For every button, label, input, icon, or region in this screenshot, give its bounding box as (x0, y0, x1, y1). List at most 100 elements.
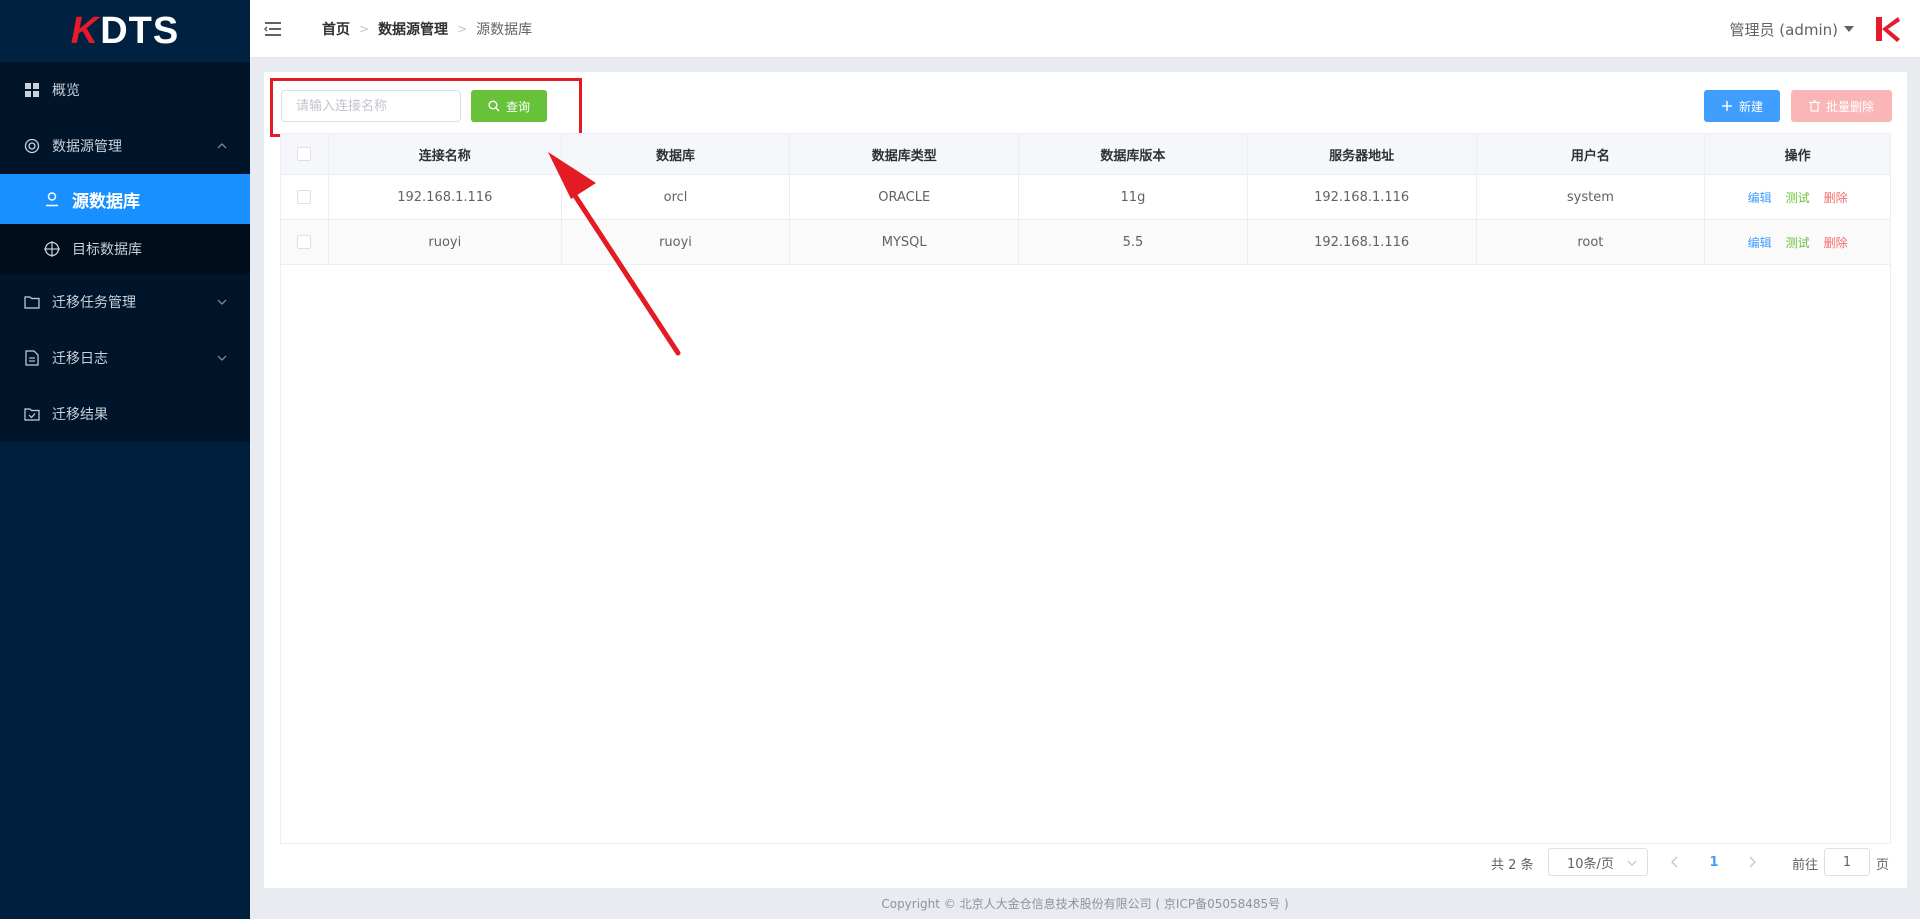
sidebar-item-label: 源数据库 (72, 191, 140, 212)
next-page-button[interactable] (1742, 852, 1762, 872)
column-header: 数据库 (562, 134, 791, 174)
sidebar-item-migration-logs[interactable]: 迁移日志 (0, 330, 250, 386)
edit-link[interactable]: 编辑 (1748, 234, 1772, 251)
row-checkbox[interactable] (297, 190, 312, 204)
page-suffix: 页 (1876, 858, 1890, 873)
datasource-submenu: 源数据库 目标数据库 (0, 174, 250, 274)
pagination: 共 2 条 10条/页 1 前往 页 (264, 846, 1907, 878)
chevron-down-icon (1627, 860, 1637, 866)
breadcrumb-current: 源数据库 (476, 21, 533, 38)
cell-server-address: 192.168.1.116 (1248, 220, 1477, 264)
select-all-checkbox[interactable] (297, 147, 312, 161)
datasource-table: 连接名称 数据库 数据库类型 数据库版本 服务器地址 用户名 操作 192.16… (280, 133, 1891, 844)
sidebar-item-label: 概览 (52, 83, 80, 99)
sidebar-item-label: 数据源管理 (52, 139, 122, 155)
breadcrumb: 首页 > 数据源管理 > 源数据库 (322, 19, 532, 39)
header-select-all (281, 134, 329, 174)
page-size-select[interactable]: 10条/页 (1548, 848, 1648, 876)
chevron-right-icon (1749, 856, 1756, 868)
breadcrumb-separator-icon: > (359, 21, 370, 36)
database-ring-icon (24, 138, 40, 154)
cell-server-address: 192.168.1.116 (1248, 175, 1477, 219)
main-card: 查询 新建 批量删除 连接名称 数据库 数据库类型 数据库版本 服务器地址 用户… (264, 72, 1907, 888)
cell-database: orcl (562, 175, 791, 219)
sidebar: K DTS 概览 数据源管理 源数据库 目标数据库 迁移任务管理 迁移日志 迁移… (0, 0, 250, 919)
sidebar-item-source-db[interactable]: 源数据库 (0, 174, 250, 224)
sidebar-item-label: 目标数据库 (72, 242, 142, 258)
pagination-total: 共 2 条 (1491, 858, 1534, 873)
breadcrumb-datasource[interactable]: 数据源管理 (378, 19, 448, 39)
sidebar-item-migration-tasks[interactable]: 迁移任务管理 (0, 274, 250, 330)
test-link[interactable]: 测试 (1786, 234, 1810, 251)
sidebar-item-overview[interactable]: 概览 (0, 62, 250, 118)
batch-delete-button[interactable]: 批量删除 (1791, 90, 1892, 122)
footer-copyright: Copyright © 北京人大金仓信息技术股份有限公司 ( 京ICP备0505… (881, 897, 1289, 911)
table-header: 连接名称 数据库 数据库类型 数据库版本 服务器地址 用户名 操作 (281, 134, 1890, 175)
user-dropdown[interactable]: 管理员 (admin) (1730, 0, 1854, 58)
folder-check-icon (24, 406, 40, 422)
folder-icon (24, 294, 40, 310)
table-row: 192.168.1.116 orcl ORACLE 11g 192.168.1.… (281, 175, 1890, 220)
cell-connection-name: 192.168.1.116 (329, 175, 562, 219)
cell-username: root (1477, 220, 1706, 264)
sidebar-item-label: 迁移结果 (52, 407, 108, 423)
logo-text: DTS (100, 9, 180, 52)
page-size-value: 10条/页 (1567, 856, 1614, 872)
sidebar-item-datasource[interactable]: 数据源管理 (0, 118, 250, 174)
user-name: 管理员 (admin) (1729, 20, 1838, 39)
cell-database: ruoyi (562, 220, 791, 264)
cell-db-type: MYSQL (790, 220, 1020, 264)
logo-k: K (70, 9, 100, 52)
prev-page-button[interactable] (1665, 852, 1685, 872)
delete-link[interactable]: 删除 (1824, 189, 1848, 206)
new-button-label: 新建 (1738, 99, 1763, 114)
goto-page-input[interactable] (1824, 848, 1870, 876)
cell-connection-name: ruoyi (329, 220, 562, 264)
cell-actions: 编辑 测试 删除 (1705, 175, 1890, 219)
sidebar-menu: 概览 数据源管理 源数据库 目标数据库 迁移任务管理 迁移日志 迁移结果 (0, 62, 250, 442)
new-button[interactable]: 新建 (1704, 90, 1780, 122)
chevron-down-icon (217, 299, 227, 305)
chevron-left-icon (1671, 856, 1678, 868)
user-icon (44, 191, 60, 207)
column-header: 连接名称 (329, 134, 562, 174)
delete-link[interactable]: 删除 (1824, 234, 1848, 251)
grid-icon (24, 82, 40, 98)
column-header: 数据库类型 (790, 134, 1020, 174)
document-icon (24, 350, 40, 366)
cell-db-version: 5.5 (1019, 220, 1248, 264)
cell-actions: 编辑 测试 删除 (1705, 220, 1890, 264)
annotation-highlight-box (270, 78, 582, 137)
table-row: ruoyi ruoyi MYSQL 5.5 192.168.1.116 root… (281, 220, 1890, 265)
top-header: 首页 > 数据源管理 > 源数据库 管理员 (admin) (250, 0, 1920, 58)
breadcrumb-home[interactable]: 首页 (322, 19, 350, 39)
sidebar-item-label: 迁移日志 (52, 351, 108, 367)
caret-down-icon (1844, 26, 1854, 32)
edit-link[interactable]: 编辑 (1748, 189, 1772, 206)
sidebar-item-target-db[interactable]: 目标数据库 (0, 224, 250, 274)
target-icon (44, 241, 60, 257)
column-header: 用户名 (1477, 134, 1706, 174)
row-select (281, 175, 329, 219)
chevron-up-icon (217, 143, 227, 149)
menu-toggle-icon[interactable] (264, 20, 282, 38)
sidebar-item-label: 迁移任务管理 (52, 295, 136, 311)
page-number-current[interactable]: 1 (1704, 852, 1724, 872)
cell-db-version: 11g (1019, 175, 1248, 219)
test-link[interactable]: 测试 (1786, 189, 1810, 206)
sidebar-item-migration-results[interactable]: 迁移结果 (0, 386, 250, 442)
trash-icon (1808, 100, 1820, 112)
avatar[interactable] (1870, 12, 1904, 46)
cell-username: system (1477, 175, 1706, 219)
row-select (281, 220, 329, 264)
cell-db-type: ORACLE (790, 175, 1020, 219)
goto-label: 前往 (1792, 858, 1819, 873)
breadcrumb-separator-icon: > (457, 21, 468, 36)
column-header: 操作 (1784, 148, 1811, 164)
chevron-down-icon (217, 355, 227, 361)
column-header: 服务器地址 (1248, 134, 1477, 174)
app-logo[interactable]: K DTS (0, 0, 250, 62)
row-checkbox[interactable] (297, 235, 312, 249)
batch-delete-button-label: 批量删除 (1825, 99, 1874, 114)
column-header: 数据库版本 (1019, 134, 1248, 174)
